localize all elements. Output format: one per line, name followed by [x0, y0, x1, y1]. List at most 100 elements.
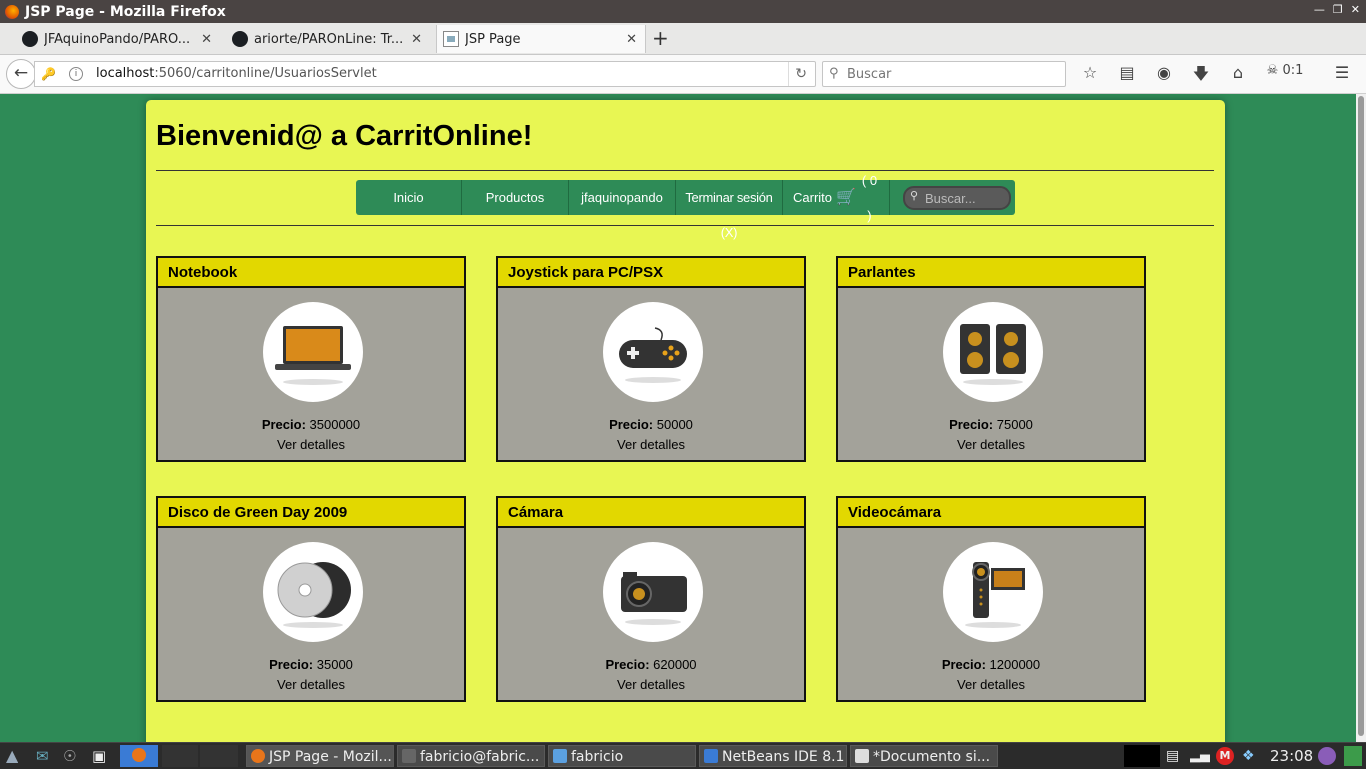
product-card: Videocámara Precio: 1200000 Ver detalles: [836, 496, 1146, 702]
workspace-3[interactable]: [200, 745, 238, 767]
product-price: Precio: 75000: [949, 417, 1033, 432]
taskbar-window-label: fabricio@fabric...: [420, 749, 540, 765]
view-details-link[interactable]: Ver detalles: [838, 437, 1144, 452]
product-price: Precio: 35000: [269, 657, 353, 672]
reload-icon[interactable]: ↻: [788, 62, 807, 86]
signal-icon[interactable]: ▂▄: [1190, 745, 1210, 767]
navigation-bar: ← 🔑 i localhost:5060/carritonline/Usuari…: [0, 55, 1366, 94]
product-price: Precio: 3500000: [261, 417, 361, 432]
extension-count: 0:1: [1282, 63, 1304, 78]
product-name: Notebook: [158, 258, 464, 288]
page-title: Bienvenid@ a CarritOnline!: [156, 120, 533, 152]
product-name: Videocámara: [838, 498, 1144, 528]
view-details-link[interactable]: Ver detalles: [158, 437, 464, 452]
site-search-input[interactable]: [923, 189, 1009, 207]
close-window-icon[interactable]: ✕: [1351, 3, 1360, 16]
divider: [156, 225, 1214, 226]
menu-item-logout[interactable]: Terminar sesión (X): [676, 180, 783, 240]
restore-icon[interactable]: ❐: [1333, 3, 1343, 16]
clipboard-icon[interactable]: ▤: [1166, 745, 1179, 767]
taskbar-window-netbeans[interactable]: NetBeans IDE 8.1: [699, 745, 847, 767]
view-details-link[interactable]: Ver detalles: [498, 677, 804, 692]
dropbox-icon[interactable]: ❖: [1242, 745, 1255, 767]
workspace-1[interactable]: [120, 745, 158, 767]
mail-icon[interactable]: ✉: [36, 745, 49, 767]
view-details-link[interactable]: Ver detalles: [158, 677, 464, 692]
download-icon[interactable]: 🡇: [1189, 63, 1213, 90]
url-bar[interactable]: 🔑 i localhost:5060/carritonline/Usuarios…: [34, 61, 816, 87]
close-tab-icon[interactable]: ✕: [411, 32, 422, 47]
site-search-box[interactable]: ⚲: [903, 185, 1011, 210]
taskbar-window-editor[interactable]: *Documento si...: [850, 745, 998, 767]
product-name: Disco de Green Day 2009: [158, 498, 464, 528]
pocket-icon[interactable]: ◉: [1152, 63, 1176, 90]
taskbar-window-label: JSP Page - Mozil...: [269, 749, 392, 765]
main-menu: Inicio Productos jfaquinopando Terminar …: [356, 173, 1015, 240]
product-card: Notebook Precio: 3500000 Ver detalles: [156, 256, 466, 462]
page-icon: [443, 31, 459, 47]
mega-icon[interactable]: M: [1216, 747, 1234, 765]
product-name: Parlantes: [838, 258, 1144, 288]
reading-list-icon[interactable]: ▤: [1115, 63, 1139, 90]
user-icon[interactable]: [1318, 747, 1336, 765]
window-title: JSP Page - Mozilla Firefox: [25, 3, 226, 20]
browser-search-input[interactable]: [845, 64, 1059, 84]
clock[interactable]: 23:08: [1270, 745, 1313, 767]
tab-jfaquinopando[interactable]: JFAquinoPando/PARO... ✕: [20, 25, 220, 53]
disc-icon: [263, 542, 363, 642]
taskbar-window-firefox[interactable]: JSP Page - Mozil...: [246, 745, 394, 767]
close-tab-icon[interactable]: ✕: [201, 32, 212, 47]
taskbar-window-files[interactable]: fabricio: [548, 745, 696, 767]
extension-counter[interactable]: ☠ 0:1: [1263, 63, 1307, 90]
tab-label: JSP Page: [465, 31, 521, 47]
firefox-icon: [5, 4, 19, 19]
menu-item-inicio[interactable]: Inicio: [356, 180, 462, 215]
menu-icon[interactable]: ☰: [1330, 63, 1354, 90]
show-desktop-icon[interactable]: ▣: [92, 745, 106, 767]
tab-label: ariorte/PAROnLine: Tr...: [254, 31, 404, 47]
logout-icon[interactable]: [1344, 746, 1362, 766]
menu-item-cart[interactable]: Carrito 🛒 ( 0 ): [783, 173, 890, 223]
vertical-scrollbar[interactable]: [1356, 94, 1366, 742]
firefox-icon: [251, 749, 265, 763]
menu-item-productos[interactable]: Productos: [462, 180, 569, 215]
close-tab-icon[interactable]: ✕: [626, 32, 637, 47]
home-icon[interactable]: ⌂: [1226, 63, 1250, 90]
tab-jsp-page[interactable]: JSP Page ✕: [436, 25, 646, 53]
laptop-icon: [263, 302, 363, 402]
page-viewport: Bienvenid@ a CarritOnline! Inicio Produc…: [0, 94, 1356, 742]
workspace-2[interactable]: [162, 745, 198, 767]
folder-icon: [553, 749, 567, 763]
url-text: localhost:5060/carritonline/UsuariosServ…: [96, 66, 377, 81]
product-card: Cámara Precio: 620000 Ver detalles: [496, 496, 806, 702]
info-icon[interactable]: i: [69, 67, 83, 81]
menu-item-user[interactable]: jfaquinopando: [569, 180, 676, 215]
document-icon: [855, 749, 869, 763]
back-button[interactable]: ←: [6, 59, 36, 89]
search-icon: ⚲: [910, 189, 919, 202]
product-price: Precio: 50000: [609, 417, 693, 432]
cart-icon: 🛒: [836, 189, 856, 206]
scrollbar-thumb[interactable]: [1358, 96, 1364, 736]
view-details-link[interactable]: Ver detalles: [838, 677, 1144, 692]
new-tab-button[interactable]: +: [652, 26, 669, 50]
tab-strip: JFAquinoPando/PARO... ✕ ariorte/PAROnLin…: [0, 23, 1366, 55]
app-menu-icon[interactable]: ▲: [6, 745, 18, 767]
cart-label: Carrito: [793, 190, 833, 205]
product-card: Joystick para PC/PSX Precio: 50000 Ver d…: [496, 256, 806, 462]
search-icon: ⚲: [829, 66, 839, 81]
divider: [156, 170, 1214, 171]
firefox-icon: [132, 748, 146, 762]
taskbar-window-label: fabricio: [571, 749, 624, 765]
tab-label: JFAquinoPando/PARO...: [44, 31, 191, 47]
browser-search-bar[interactable]: ⚲: [822, 61, 1066, 87]
taskbar-window-label: *Documento si...: [873, 749, 991, 765]
tab-ariorte[interactable]: ariorte/PAROnLine: Tr... ✕: [230, 25, 430, 53]
view-details-link[interactable]: Ver detalles: [498, 437, 804, 452]
minimize-icon[interactable]: —: [1314, 3, 1325, 16]
product-price: Precio: 1200000: [941, 657, 1041, 672]
network-icon[interactable]: ☉: [63, 745, 76, 767]
bookmark-star-icon[interactable]: ☆: [1078, 63, 1102, 90]
taskbar-window-terminal[interactable]: fabricio@fabric...: [397, 745, 545, 767]
menu-search: ⚲: [890, 180, 1011, 215]
